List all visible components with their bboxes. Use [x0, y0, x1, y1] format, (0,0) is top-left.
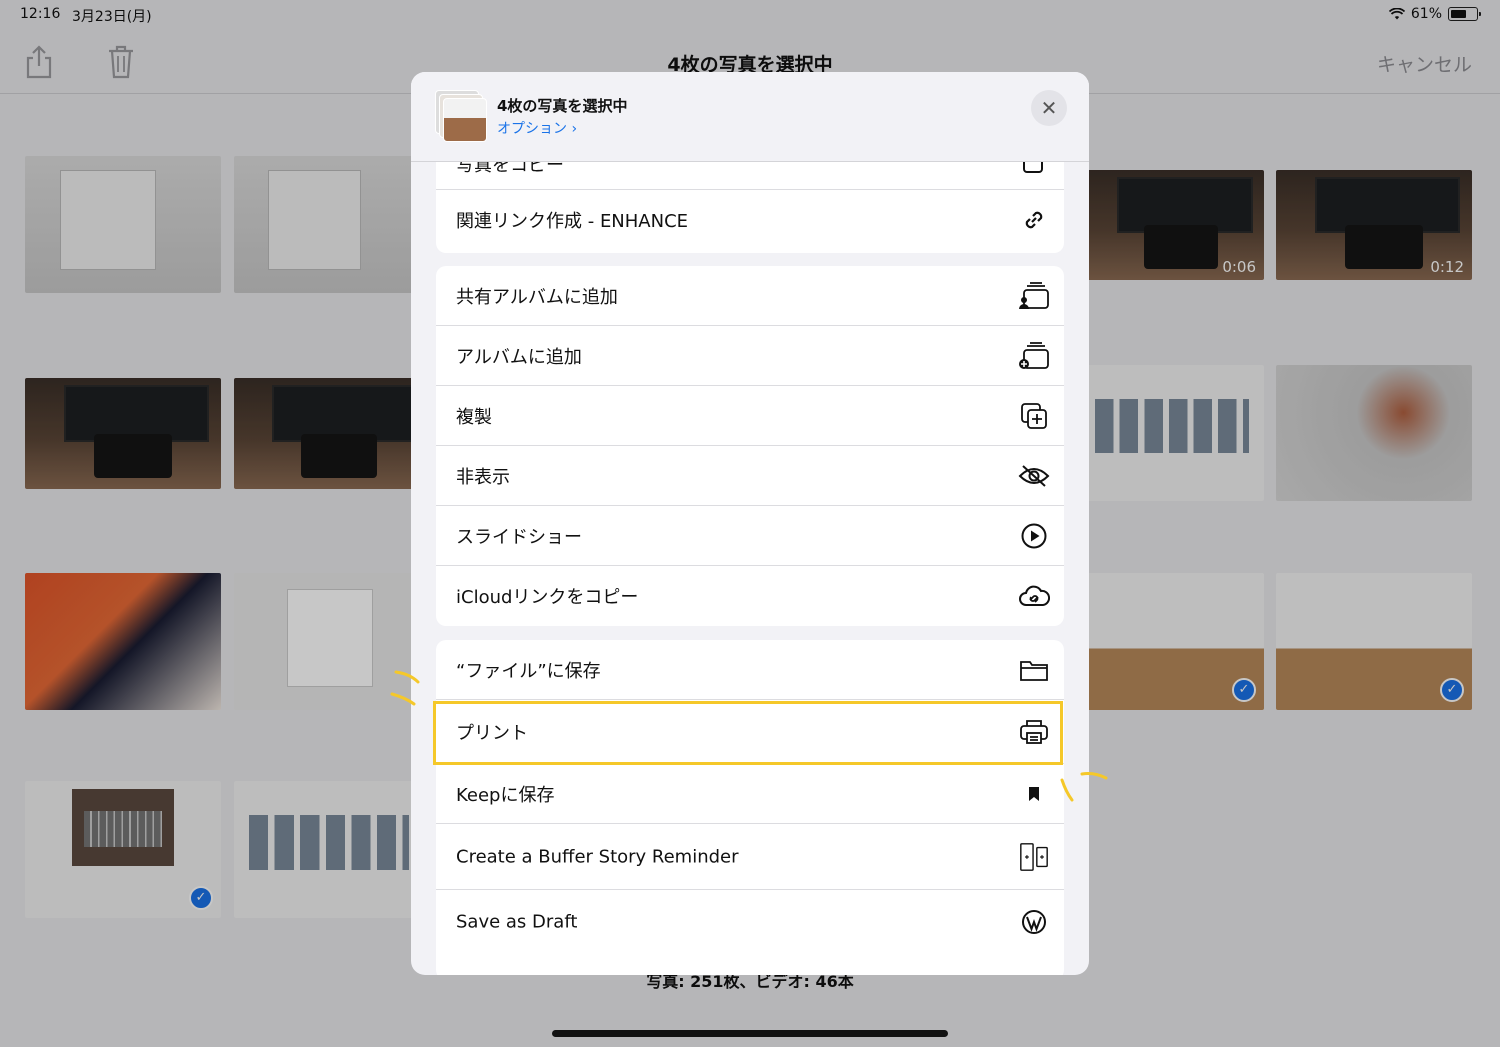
action-label: iCloudリンクをコピー — [456, 587, 639, 608]
close-button[interactable]: ✕ — [1031, 90, 1067, 126]
accent-mark — [390, 670, 420, 706]
action-row[interactable]: iCloudリンクをコピー — [436, 566, 1064, 626]
action-label: 関連リンク作成 - ENHANCE — [456, 211, 689, 232]
folder-icon — [1018, 654, 1050, 686]
action-row[interactable]: “ファイル”に保存 — [436, 640, 1064, 700]
action-row[interactable]: アルバムに追加 — [436, 326, 1064, 386]
link-icon — [1018, 204, 1050, 236]
action-row[interactable]: スライドショー — [436, 506, 1064, 566]
share-sheet-title: 4枚の写真を選択中 — [497, 97, 628, 115]
action-label: スライドショー — [456, 526, 582, 548]
action-row[interactable]: 非表示 — [436, 446, 1064, 506]
add-album-icon — [1018, 340, 1050, 372]
action-label: Create a Buffer Story Reminder — [456, 846, 739, 867]
hide-icon — [1018, 460, 1050, 492]
action-label: Save as Draft — [456, 911, 578, 933]
action-row[interactable]: Create a Buffer Story Reminder — [436, 824, 1064, 890]
share-sheet: 4枚の写真を選択中 オプション › ✕ 写真をコピー 関連リンク作成 - ENH… — [411, 72, 1089, 975]
shared-album-icon — [1018, 280, 1050, 312]
action-label: アルバムに追加 — [456, 346, 582, 368]
action-row[interactable]: Save as Draft — [436, 890, 1064, 954]
action-label: Keepに保存 — [456, 784, 555, 806]
bookmark-icon — [1018, 778, 1050, 810]
selection-preview — [435, 90, 487, 142]
action-group-photos: 共有アルバムに追加 アルバムに追加 複製 非表示 スライドショー iCloudリ… — [436, 266, 1064, 626]
action-row[interactable]: 複製 — [436, 386, 1064, 446]
share-sheet-header: 4枚の写真を選択中 オプション › ✕ — [411, 72, 1089, 162]
action-row[interactable]: 関連リンク作成 - ENHANCE — [436, 190, 1064, 250]
action-label: 共有アルバムに追加 — [456, 286, 618, 308]
options-link[interactable]: オプション › — [497, 118, 577, 138]
home-indicator[interactable] — [552, 1030, 948, 1037]
action-label: 非表示 — [456, 466, 510, 488]
wordpress-icon — [1018, 906, 1050, 938]
action-label: “ファイル”に保存 — [456, 660, 601, 682]
action-row[interactable]: Keepに保存 — [436, 764, 1064, 824]
cloud-link-icon — [1018, 580, 1050, 612]
accent-mark — [1060, 772, 1108, 802]
action-group-share: “ファイル”に保存 プリント Keepに保存 Create a Buffer S… — [436, 640, 1064, 975]
print-highlight-box — [433, 701, 1063, 765]
action-row[interactable]: 共有アルバムに追加 — [436, 266, 1064, 326]
play-icon — [1018, 520, 1050, 552]
duplicate-icon — [1018, 400, 1050, 432]
action-label: 複製 — [456, 406, 492, 428]
buffer-icon — [1018, 841, 1050, 873]
